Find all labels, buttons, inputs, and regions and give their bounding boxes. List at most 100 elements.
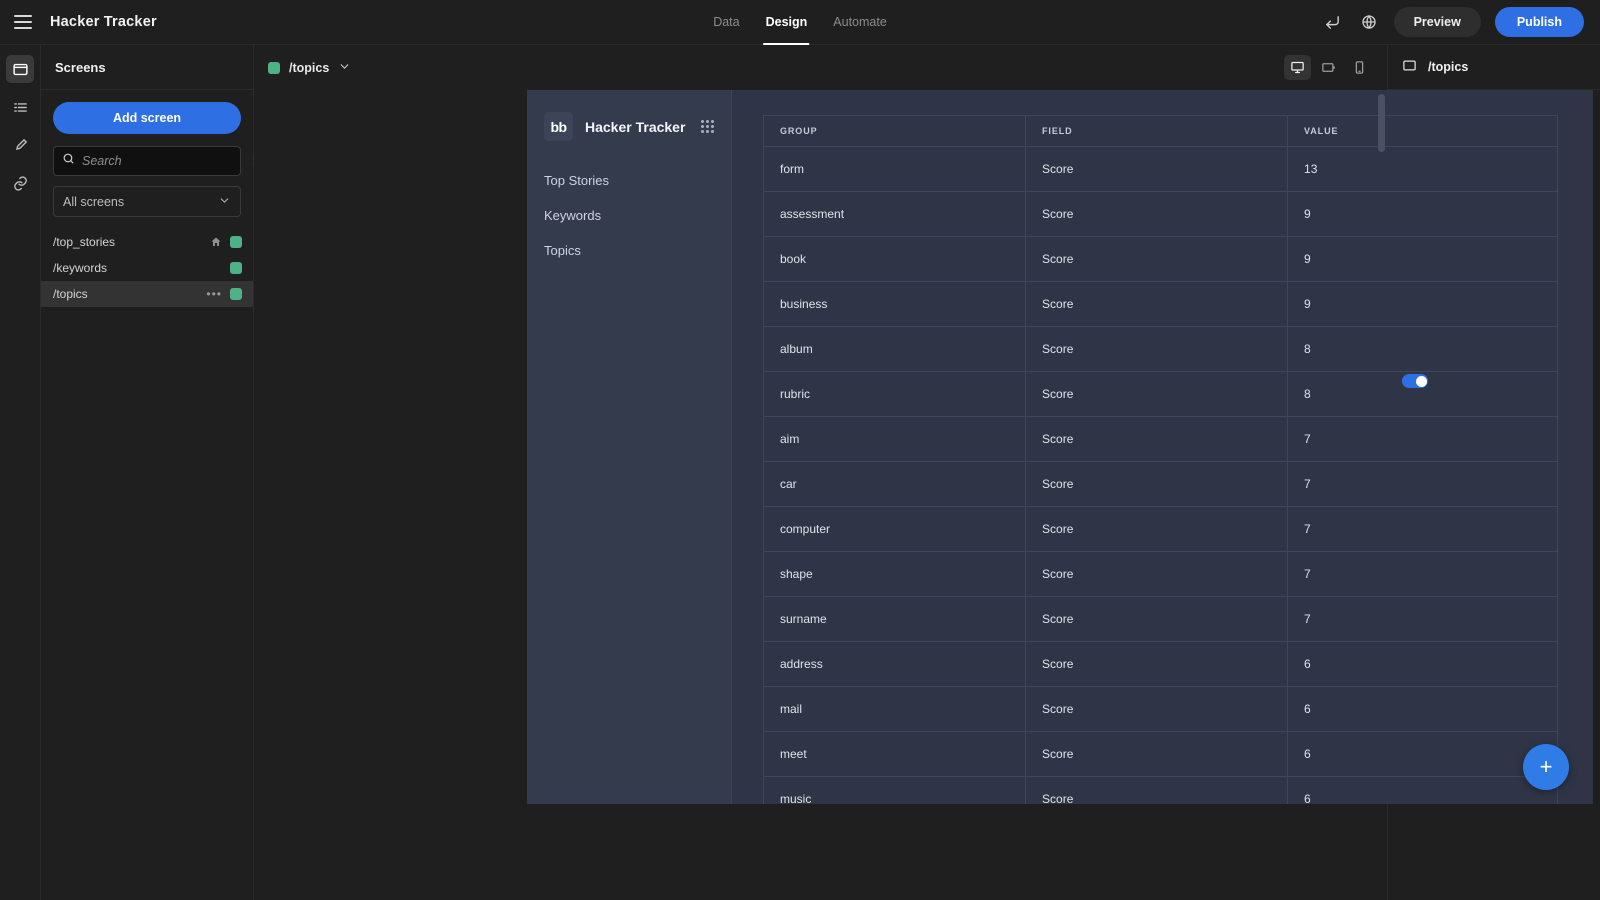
screen-row-topics[interactable]: /topics •••: [41, 281, 253, 307]
screen-name: /top_stories: [53, 235, 116, 249]
top-tabs: Data Design Automate: [713, 0, 887, 45]
brand-logo: bb: [544, 112, 573, 141]
canvas-route-label: /topics: [289, 60, 330, 75]
screen-row-top-stories[interactable]: /top_stories: [41, 229, 253, 255]
table-row[interactable]: rubric Score 8: [762, 371, 1558, 417]
cell-field: Score: [1025, 506, 1288, 552]
chevron-down-icon[interactable]: [338, 60, 351, 76]
table-row[interactable]: surname Score 7: [762, 596, 1558, 642]
top-bar: Hacker Tracker Data Design Automate Prev…: [0, 0, 1600, 45]
column-header-group: GROUP: [762, 115, 1026, 147]
table-row[interactable]: music Score 6: [762, 776, 1558, 804]
cell-group: surname: [762, 596, 1026, 642]
brand-name: Hacker Tracker: [585, 118, 686, 135]
cell-group: album: [762, 326, 1026, 372]
cell-group: aim: [762, 416, 1026, 462]
icon-rail: [0, 45, 41, 900]
cell-field: Score: [1025, 416, 1288, 462]
table-row[interactable]: car Score 7: [762, 461, 1558, 507]
screen-access-swatch: [230, 288, 242, 300]
canvas-route-chip[interactable]: /topics: [268, 60, 351, 76]
body: Screens Add screen ✕ All screens: [0, 45, 1600, 900]
table-row[interactable]: mail Score 6: [762, 686, 1558, 732]
cell-group: business: [762, 281, 1026, 327]
rail-item-theme[interactable]: [6, 131, 34, 159]
add-screen-button[interactable]: Add screen: [53, 102, 241, 134]
cell-field: Score: [1025, 461, 1288, 507]
globe-icon[interactable]: [1358, 11, 1380, 33]
cell-field: Score: [1025, 551, 1288, 597]
cell-value: 7: [1287, 461, 1558, 507]
plus-icon: +: [1539, 754, 1553, 779]
screens-filter-select[interactable]: All screens: [53, 186, 241, 217]
table-body: form Score 13 assessment Score 9 book Score 9 bus…: [762, 146, 1558, 804]
grid-icon[interactable]: [701, 120, 714, 133]
table-row[interactable]: form Score 13: [762, 146, 1558, 192]
topics-table: GROUP FIELD VALUE form Score 13 assessment S…: [762, 115, 1558, 804]
table-row[interactable]: book Score 9: [762, 236, 1558, 282]
show-navigation-toggle[interactable]: [1402, 374, 1428, 388]
preview-nav-link-topics[interactable]: Topics: [544, 243, 714, 258]
cell-group: form: [762, 146, 1026, 192]
screen-row-keywords[interactable]: /keywords: [41, 255, 253, 281]
rail-item-screens[interactable]: [6, 55, 34, 83]
cell-value: 6: [1287, 731, 1558, 777]
table-row[interactable]: address Score 6: [762, 641, 1558, 687]
device-toggles: [1284, 55, 1373, 80]
screen-more-menu-icon[interactable]: •••: [206, 287, 222, 301]
cell-field: Score: [1025, 641, 1288, 687]
cell-field: Score: [1025, 776, 1288, 804]
home-icon[interactable]: [210, 236, 222, 248]
undo-icon[interactable]: [1322, 11, 1344, 33]
cell-value: 6: [1287, 686, 1558, 732]
app-root: Hacker Tracker Data Design Automate Prev…: [0, 0, 1600, 900]
search-box[interactable]: ✕: [53, 146, 263, 176]
sidebar-body: Add screen ✕ All screens: [41, 90, 263, 319]
cell-value: 7: [1287, 596, 1558, 642]
cell-field: Score: [1025, 371, 1288, 417]
search-icon: [62, 152, 75, 170]
tab-design[interactable]: Design: [763, 0, 809, 45]
table-row[interactable]: meet Score 6: [762, 731, 1558, 777]
screen-list: /top_stories /keywords /topics •••: [41, 229, 253, 307]
publish-button[interactable]: Publish: [1494, 7, 1584, 37]
table-row[interactable]: shape Score 7: [762, 551, 1558, 597]
preview-nav-link-keywords[interactable]: Keywords: [544, 208, 714, 223]
canvas-scrollbar[interactable]: [1378, 94, 1385, 152]
screen-name: /topics: [53, 287, 88, 301]
mobile-icon[interactable]: [1346, 55, 1373, 80]
cell-group: book: [762, 236, 1026, 282]
rail-item-components[interactable]: [6, 93, 34, 121]
chevron-down-icon: [218, 194, 231, 210]
screens-sidebar: Screens Add screen ✕ All screens: [41, 45, 263, 900]
cell-group: car: [762, 461, 1026, 507]
cell-value: 7: [1287, 506, 1558, 552]
table-row[interactable]: computer Score 7: [762, 506, 1558, 552]
desktop-icon[interactable]: [1284, 55, 1311, 80]
tablet-icon[interactable]: [1315, 55, 1342, 80]
preview-nav-link-top-stories[interactable]: Top Stories: [544, 173, 714, 188]
app-title: Hacker Tracker: [50, 14, 157, 30]
screen-access-swatch: [230, 236, 242, 248]
cell-value: 7: [1287, 551, 1558, 597]
tab-automate[interactable]: Automate: [833, 0, 887, 45]
cell-value: 13: [1287, 146, 1558, 192]
search-input[interactable]: [82, 154, 245, 168]
cell-value: 7: [1287, 416, 1558, 462]
cell-field: Score: [1025, 281, 1288, 327]
table-row[interactable]: business Score 9: [762, 281, 1558, 327]
table-row[interactable]: album Score 8: [762, 326, 1558, 372]
cell-group: address: [762, 641, 1026, 687]
cell-field: Score: [1025, 731, 1288, 777]
rail-item-links[interactable]: [6, 169, 34, 197]
screen-icon: [1402, 58, 1417, 76]
tab-data[interactable]: Data: [713, 0, 739, 45]
preview-nav: bb Hacker Tracker Top Stories Keywords T…: [527, 90, 732, 804]
add-row-fab-button[interactable]: +: [1523, 744, 1569, 790]
hamburger-icon[interactable]: [14, 15, 32, 29]
preview-button[interactable]: Preview: [1393, 7, 1481, 37]
preview-content: GROUP FIELD VALUE form Score 13 assessment S…: [732, 90, 1593, 804]
table-row[interactable]: assessment Score 9: [762, 191, 1558, 237]
cell-value: 9: [1287, 191, 1558, 237]
table-row[interactable]: aim Score 7: [762, 416, 1558, 462]
